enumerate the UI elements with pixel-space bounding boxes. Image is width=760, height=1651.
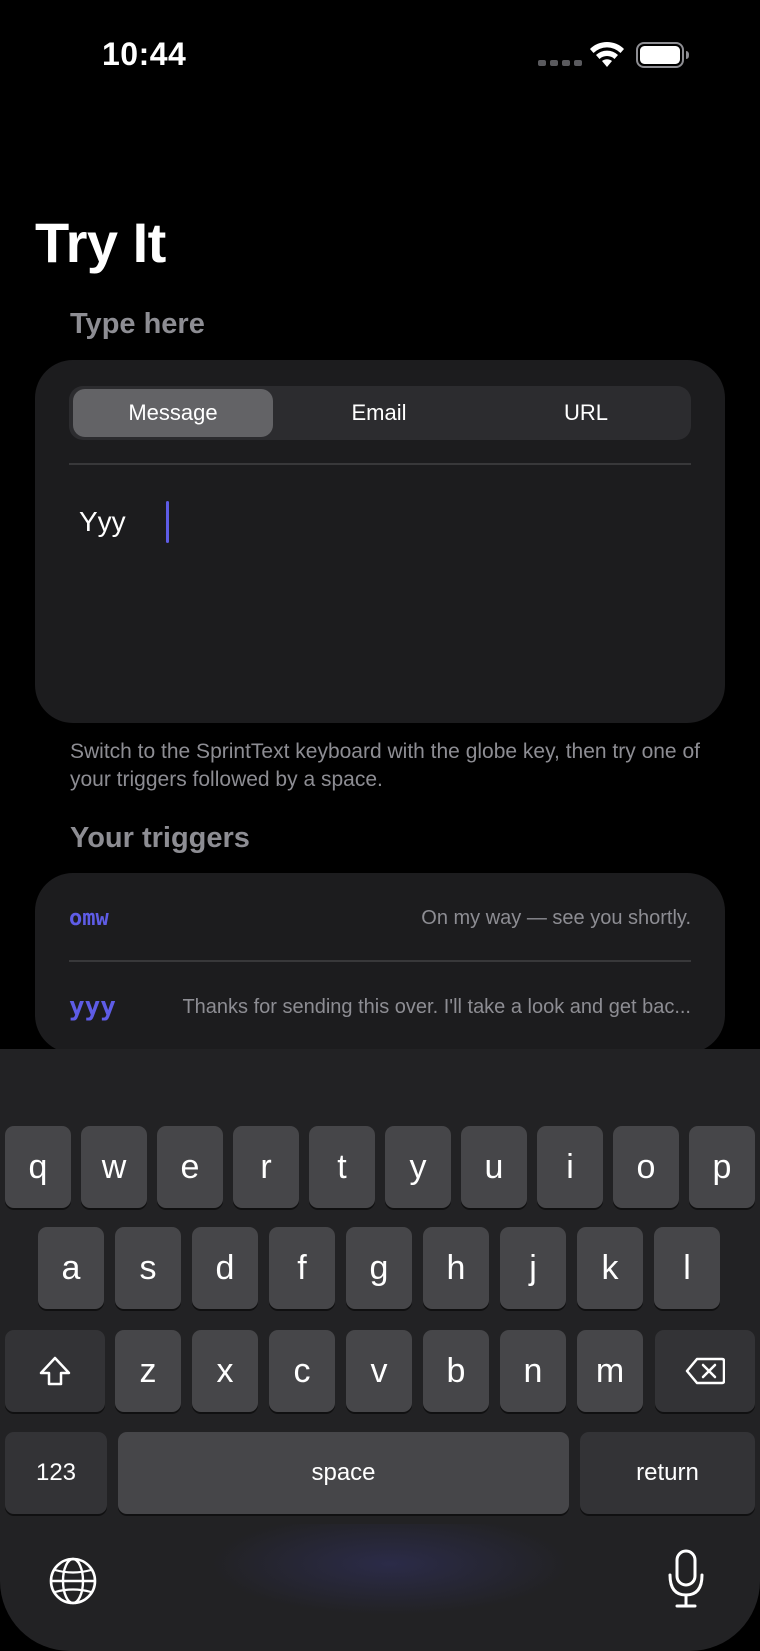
type-card: Message Email URL Yyy (35, 360, 725, 723)
key-y[interactable]: y (385, 1126, 451, 1208)
cellular-signal-icon (538, 60, 582, 66)
text-cursor (166, 501, 169, 543)
status-time: 10:44 (102, 36, 187, 72)
microphone-icon[interactable] (666, 1549, 706, 1609)
type-here-header: Type here (70, 308, 205, 340)
key-x[interactable]: x (192, 1330, 258, 1412)
key-b[interactable]: b (423, 1330, 489, 1412)
triggers-list: omw On my way — see you shortly. yyy Tha… (35, 873, 725, 1053)
key-h[interactable]: h (423, 1227, 489, 1309)
key-k[interactable]: k (577, 1227, 643, 1309)
key-m[interactable]: m (577, 1330, 643, 1412)
divider (69, 463, 691, 465)
page-title: Try It (35, 211, 166, 274)
space-key[interactable]: space (118, 1432, 569, 1514)
return-key[interactable]: return (580, 1432, 755, 1514)
wifi-icon (590, 41, 624, 67)
message-text-input[interactable]: Yyy (79, 506, 126, 538)
trigger-row[interactable]: yyy Thanks for sending this over. I'll t… (69, 987, 691, 1027)
your-triggers-header: Your triggers (70, 822, 250, 854)
key-l[interactable]: l (654, 1227, 720, 1309)
key-g[interactable]: g (346, 1227, 412, 1309)
key-n[interactable]: n (500, 1330, 566, 1412)
input-type-segmented-control[interactable]: Message Email URL (69, 386, 691, 440)
key-u[interactable]: u (461, 1126, 527, 1208)
divider (69, 960, 691, 962)
blurred-tab-bar (180, 1524, 600, 1624)
trigger-expansion: Thanks for sending this over. I'll take … (182, 995, 691, 1018)
tab-message[interactable]: Message (73, 389, 273, 437)
key-c[interactable]: c (269, 1330, 335, 1412)
key-o[interactable]: o (613, 1126, 679, 1208)
battery-icon (636, 42, 689, 68)
key-d[interactable]: d (192, 1227, 258, 1309)
key-v[interactable]: v (346, 1330, 412, 1412)
status-bar: 10:44 (0, 0, 760, 110)
key-j[interactable]: j (500, 1227, 566, 1309)
tab-email[interactable]: Email (279, 389, 479, 437)
trigger-shortcut: yyy (69, 992, 116, 1022)
tab-url[interactable]: URL (486, 389, 686, 437)
shift-icon (39, 1356, 71, 1386)
delete-icon (685, 1357, 725, 1385)
key-e[interactable]: e (157, 1126, 223, 1208)
key-i[interactable]: i (537, 1126, 603, 1208)
shift-key[interactable] (5, 1330, 105, 1412)
instructions-footnote: Switch to the SprintText keyboard with t… (70, 740, 700, 791)
key-w[interactable]: w (81, 1126, 147, 1208)
keyboard: q w e r t y u i o p a s d f g h j k l z … (0, 1049, 760, 1651)
key-r[interactable]: r (233, 1126, 299, 1208)
key-f[interactable]: f (269, 1227, 335, 1309)
key-t[interactable]: t (309, 1126, 375, 1208)
key-a[interactable]: a (38, 1227, 104, 1309)
key-s[interactable]: s (115, 1227, 181, 1309)
key-p[interactable]: p (689, 1126, 755, 1208)
key-q[interactable]: q (5, 1126, 71, 1208)
numbers-key[interactable]: 123 (5, 1432, 107, 1514)
delete-key[interactable] (655, 1330, 755, 1412)
trigger-row[interactable]: omw On my way — see you shortly. (69, 898, 691, 938)
trigger-shortcut: omw (69, 905, 109, 931)
key-z[interactable]: z (115, 1330, 181, 1412)
globe-icon[interactable] (48, 1556, 98, 1606)
trigger-expansion: On my way — see you shortly. (421, 906, 691, 929)
